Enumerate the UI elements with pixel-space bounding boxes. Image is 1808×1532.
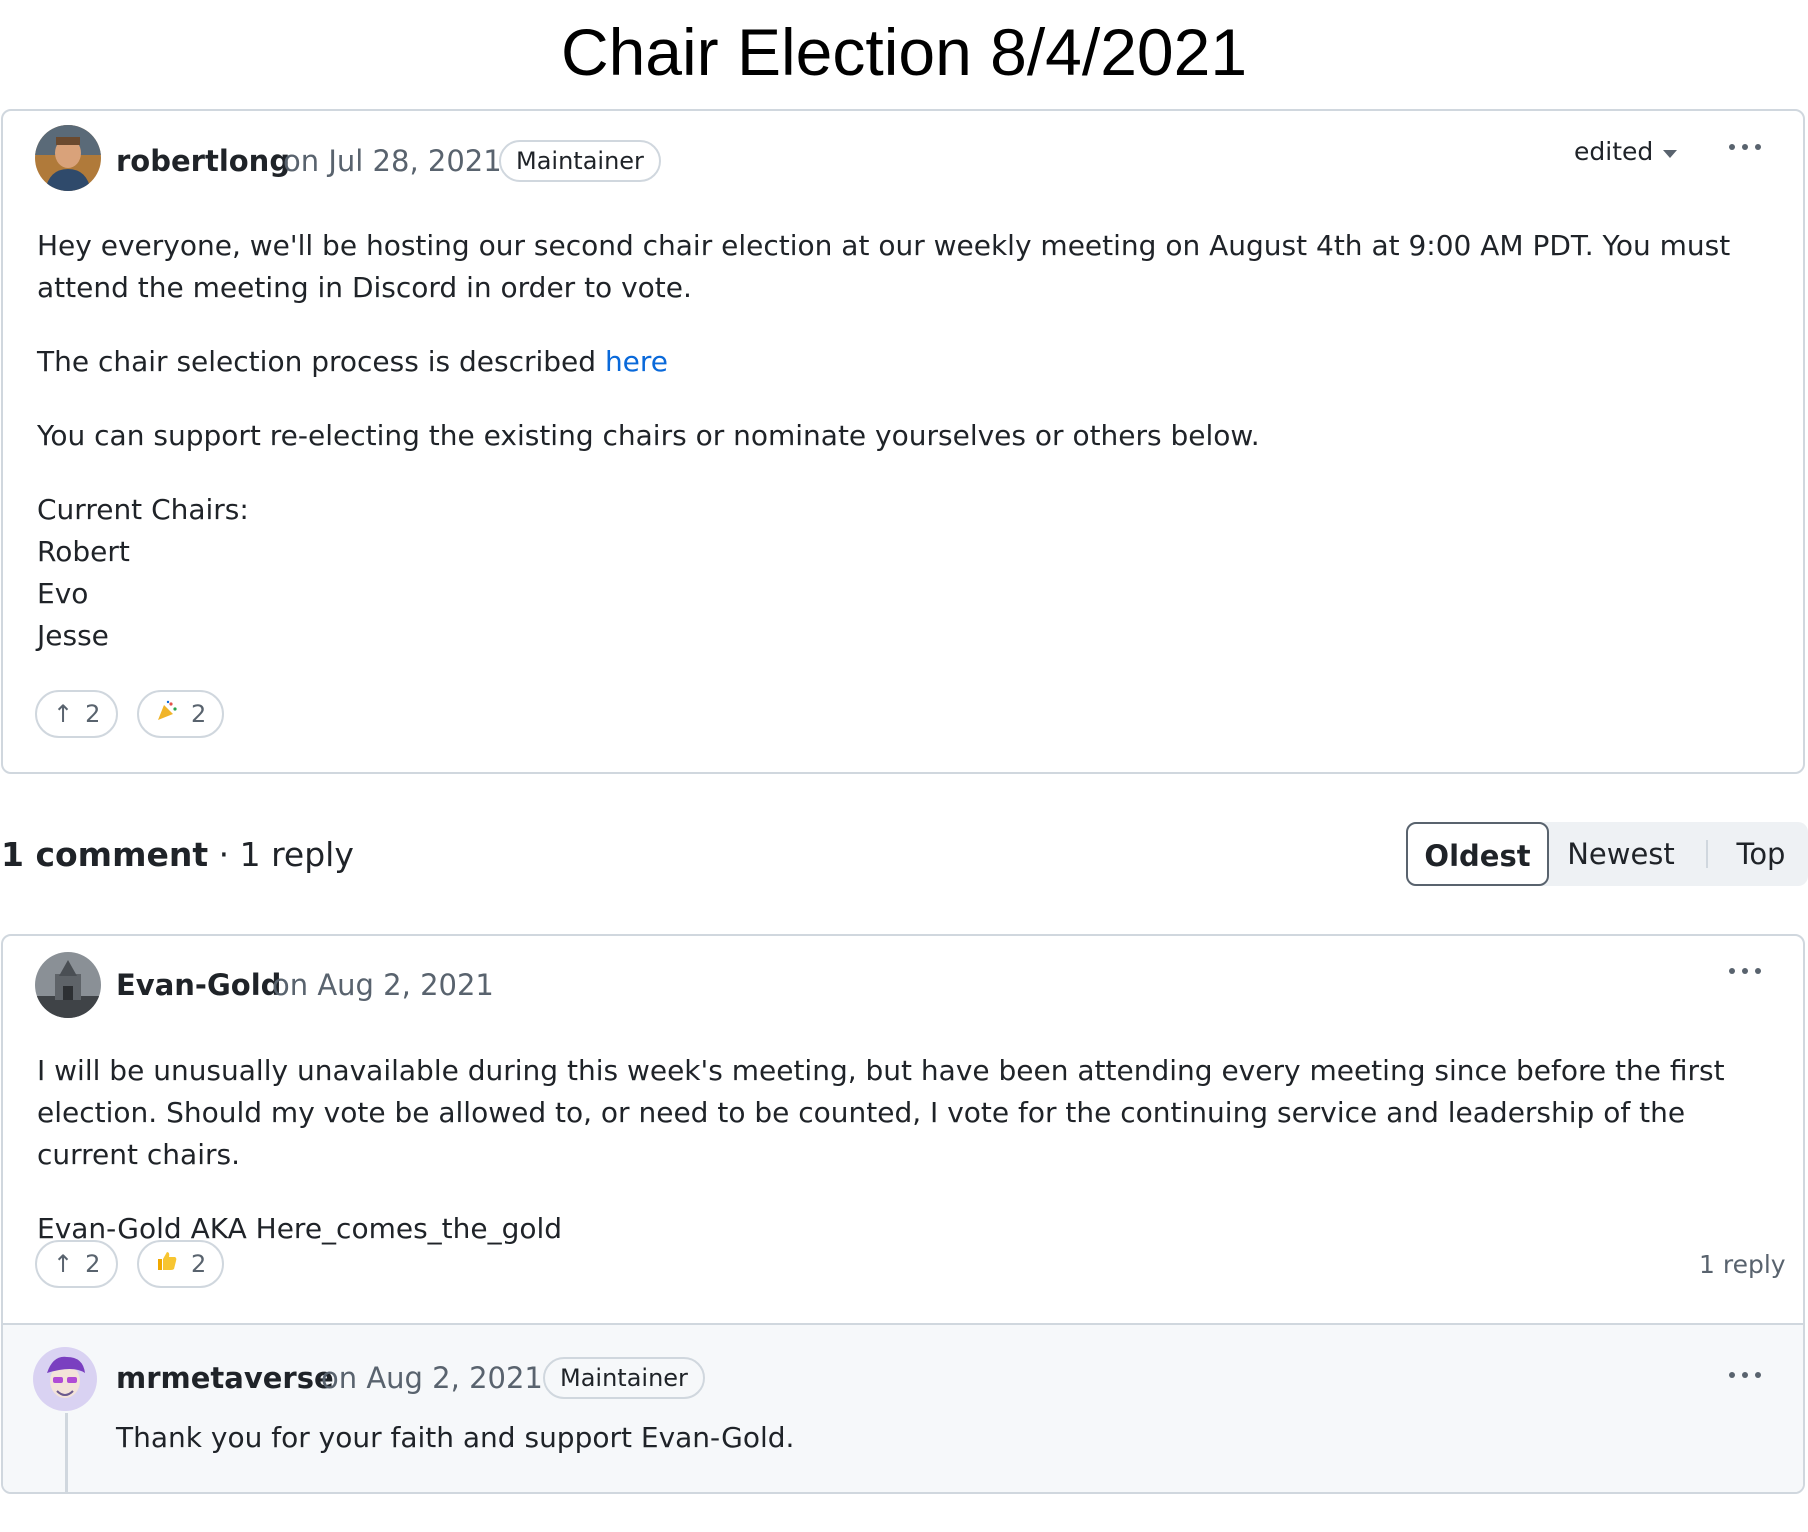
upvote-count: 2	[85, 1250, 101, 1278]
reply-author[interactable]: mrmetaverse	[116, 1361, 334, 1395]
comment-count: 1 comment	[1, 835, 209, 874]
upvote-count: 2	[85, 700, 101, 728]
sort-newest[interactable]: Newest	[1556, 822, 1686, 886]
post-body: Hey everyone, we'll be hosting our secon…	[37, 225, 1769, 657]
page-title: Chair Election 8/4/2021	[560, 15, 1248, 89]
edited-dropdown[interactable]: edited	[1574, 137, 1653, 167]
upvote-button[interactable]: ↑ 2	[35, 1240, 119, 1288]
thread-line	[65, 1413, 68, 1492]
comment-card: Evan-Gold on Aug 2, 2021 I will be unusu…	[1, 934, 1805, 1494]
avatar-evan-gold[interactable]	[35, 952, 101, 1018]
comment-body: I will be unusually unavailable during t…	[37, 1050, 1769, 1250]
sort-oldest[interactable]: Oldest	[1406, 822, 1549, 886]
post-date[interactable]: on Jul 28, 2021	[283, 144, 502, 178]
reply-link[interactable]: 1 reply	[1699, 1248, 1786, 1282]
tada-reaction-button[interactable]: 2	[137, 690, 225, 738]
post-paragraph: The chair selection process is described…	[37, 341, 1769, 383]
process-link[interactable]: here	[605, 345, 668, 378]
upvote-button[interactable]: ↑ 2	[35, 690, 119, 738]
sort-toggle: Oldest Newest Top	[1406, 822, 1808, 886]
maintainer-badge: Maintainer	[543, 1357, 705, 1399]
kebab-icon[interactable]	[1727, 137, 1767, 157]
chairs-heading: Current Chairs:	[37, 493, 249, 526]
sort-divider	[1706, 840, 1708, 868]
chairs-list: Current Chairs: Robert Evo Jesse	[37, 489, 1769, 657]
comment-author[interactable]: Evan-Gold	[116, 968, 281, 1002]
party-popper-icon	[155, 699, 179, 729]
arrow-up-icon: ↑	[53, 1250, 74, 1278]
chair-name: Robert	[37, 535, 130, 568]
comment-paragraph: Evan-Gold AKA Here_comes_the_gold	[37, 1212, 563, 1245]
sort-top[interactable]: Top	[1716, 822, 1806, 886]
reply-count: 1 reply	[239, 835, 354, 874]
reply-text: Thank you for your faith and support Eva…	[116, 1421, 795, 1454]
tada-count: 2	[191, 700, 207, 728]
reply-thread: mrmetaverse on Aug 2, 2021 Maintainer Th…	[3, 1323, 1803, 1492]
kebab-icon[interactable]	[1727, 1365, 1767, 1385]
reply-date[interactable]: on Aug 2, 2021	[321, 1361, 543, 1395]
post-paragraph: You can support re-electing the existing…	[37, 419, 1260, 452]
chair-name: Evo	[37, 577, 89, 610]
thumbs-up-reaction-button[interactable]: 2	[137, 1240, 225, 1288]
post-paragraph-text: The chair selection process is described	[37, 345, 605, 378]
summary-separator: ·	[208, 835, 240, 874]
post-author[interactable]: robertlong	[116, 144, 290, 178]
thumbs-up-icon	[155, 1249, 179, 1279]
arrow-up-icon: ↑	[53, 700, 74, 728]
comment-date[interactable]: on Aug 2, 2021	[272, 968, 494, 1002]
post-paragraph: Hey everyone, we'll be hosting our secon…	[37, 229, 1731, 304]
kebab-icon[interactable]	[1727, 961, 1767, 981]
comment-paragraph: I will be unusually unavailable during t…	[37, 1054, 1725, 1171]
avatar-robertlong[interactable]	[35, 125, 101, 191]
chair-name: Jesse	[37, 619, 109, 652]
discussion-post: robertlong on Jul 28, 2021 Maintainer ed…	[1, 109, 1805, 774]
comments-summary: 1 comment · 1 reply	[1, 835, 354, 875]
maintainer-badge: Maintainer	[499, 140, 661, 182]
avatar-mrmetaverse[interactable]	[33, 1347, 97, 1411]
thumbsup-count: 2	[191, 1250, 207, 1278]
caret-down-icon	[1663, 150, 1677, 158]
